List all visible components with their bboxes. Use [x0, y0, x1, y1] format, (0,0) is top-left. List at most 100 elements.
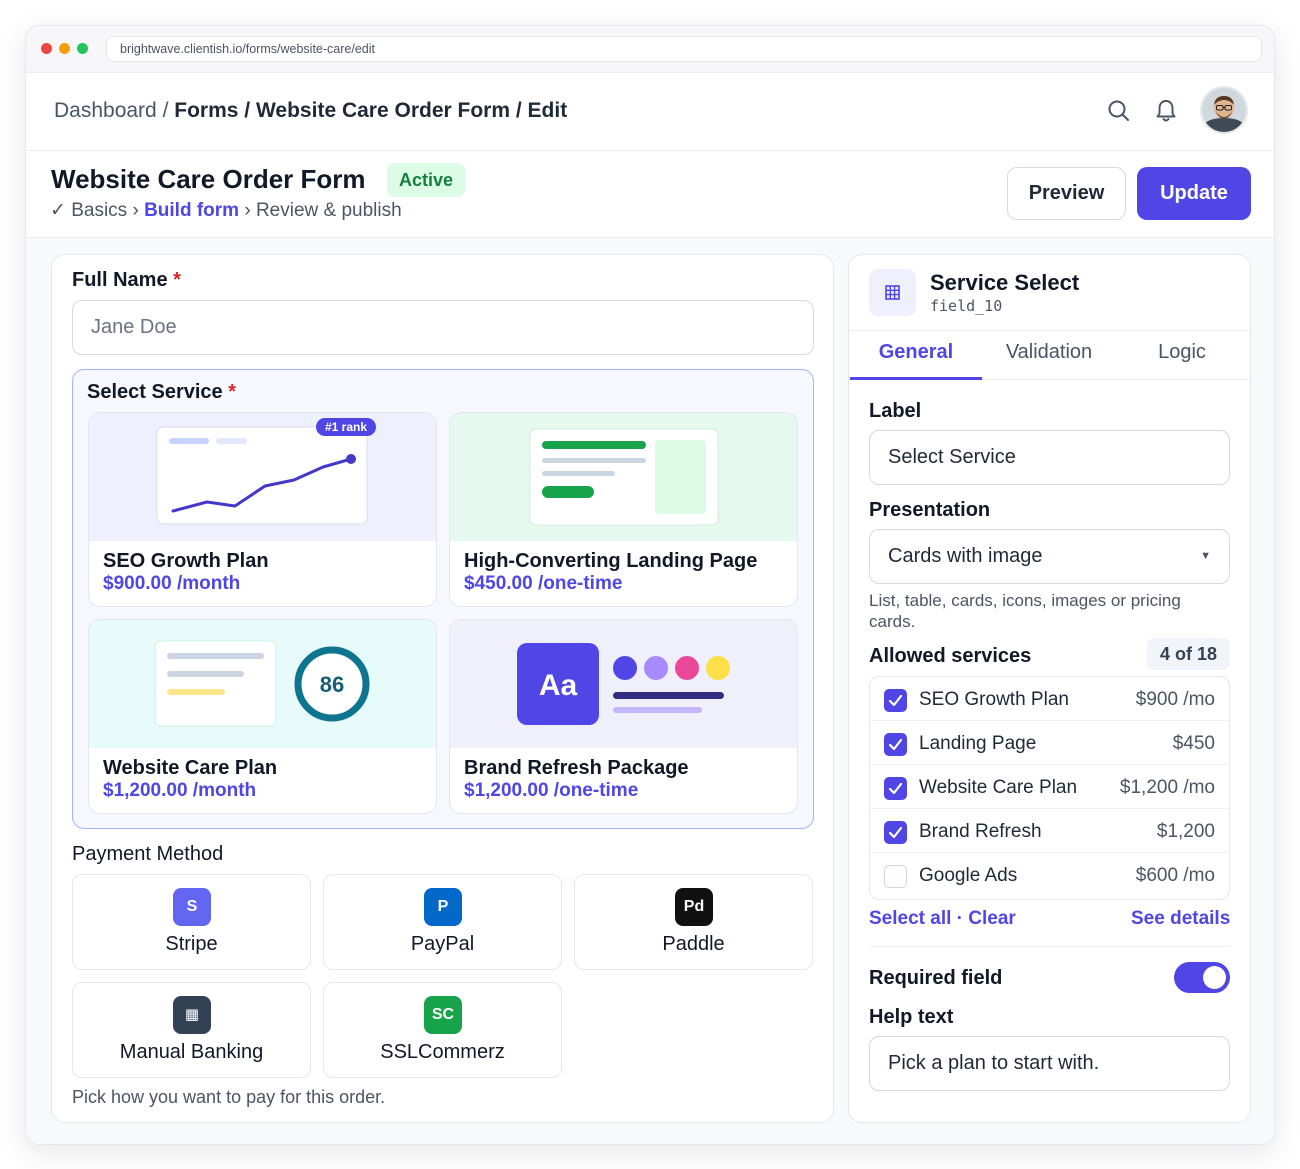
app-topbar: Dashboard / Forms / Website Care Order F… [26, 73, 1274, 151]
checkbox-checked[interactable] [884, 777, 907, 800]
step-progress: ✓ Basics › Build form › Review & publish [50, 199, 402, 222]
service-card-price: $1,200.00 /month [103, 780, 257, 801]
allowed-service-row[interactable]: Brand Refresh $1,200 [870, 809, 1229, 853]
tab-logic[interactable]: Logic [1116, 341, 1248, 364]
help-text-input[interactable]: Pick a plan to start with. [869, 1036, 1230, 1091]
presentation-caption: Presentation [869, 499, 991, 521]
checkbox-checked[interactable] [884, 733, 907, 756]
page-title: Website Care Order Form [51, 164, 366, 194]
breadcrumb-separator: / [244, 99, 251, 122]
service-card-price: $450.00 /one-time [464, 573, 623, 594]
chevron-right-icon: › [244, 200, 251, 221]
inspector-title: Service Select [930, 270, 1080, 295]
breadcrumb: Dashboard / Forms / Website Care Order F… [54, 99, 567, 123]
checkbox-checked[interactable] [884, 821, 907, 844]
service-card-website-care[interactable]: 86 Website Care Plan $1,200.00 /month [88, 619, 437, 814]
website-care-illustration: 86 [89, 620, 436, 748]
toggle-knob [1203, 966, 1226, 989]
service-card-name: SEO Growth Plan [103, 550, 269, 572]
full-name-label: Full Name * [72, 269, 181, 292]
label-input[interactable]: Select Service [869, 430, 1230, 485]
sslcommerz-icon: SC [424, 996, 462, 1034]
divider [869, 946, 1230, 947]
allowed-service-row[interactable]: SEO Growth Plan $900 /mo [870, 677, 1229, 721]
allowed-services-list: SEO Growth Plan $900 /mo Landing Page $4… [869, 676, 1230, 900]
allowed-service-price: $600 /mo [1135, 865, 1215, 886]
editor-content: Full Name * Jane Doe Select Service * #1… [26, 238, 1274, 1144]
bulk-actions: Select all · Clear [869, 908, 1016, 930]
stripe-icon: S [173, 888, 211, 926]
grid-icon [869, 269, 916, 316]
user-avatar[interactable] [1200, 86, 1248, 134]
step-review-publish[interactable]: Review & publish [256, 200, 402, 221]
allowed-service-row[interactable]: Website Care Plan $1,200 /mo [870, 765, 1229, 809]
required-toggle[interactable] [1174, 962, 1230, 993]
payment-option-name: Manual Banking [119, 1041, 264, 1063]
update-button[interactable]: Update [1137, 167, 1251, 220]
field-inspector: Service Select field_10 General Validati… [848, 254, 1251, 1123]
step-basics[interactable]: Basics [71, 200, 127, 221]
select-all-link[interactable]: Select all [869, 908, 951, 929]
bell-icon[interactable] [1152, 97, 1180, 125]
chevron-down-icon: ▼ [1200, 550, 1211, 562]
step-build-form[interactable]: Build form [144, 200, 239, 221]
allowed-service-name: Website Care Plan [919, 777, 1078, 798]
service-card-seo[interactable]: #1 rank SEO Growth Plan $900.00 /month [88, 412, 437, 607]
bank-icon: ▦ [173, 996, 211, 1034]
service-card-landing-page[interactable]: High-Converting Landing Page $450.00 /on… [449, 412, 798, 607]
select-service-field[interactable]: Select Service * #1 rank SEO Growth Plan… [72, 369, 814, 829]
full-name-input[interactable]: Jane Doe [72, 300, 814, 355]
preview-button[interactable]: Preview [1007, 167, 1126, 220]
service-card-name: Brand Refresh Package [464, 757, 689, 779]
tab-general[interactable]: General [850, 341, 982, 364]
breadcrumb-separator: / [162, 99, 169, 122]
search-icon[interactable] [1105, 97, 1133, 125]
minimize-window-dot[interactable] [59, 43, 70, 54]
required-field-caption: Required field [869, 967, 1003, 989]
payment-option-name: Paddle [662, 933, 725, 955]
presentation-selected-value: Cards with image [888, 545, 1043, 567]
tab-validation[interactable]: Validation [983, 341, 1115, 364]
allowed-service-name: Brand Refresh [919, 821, 1042, 842]
allowed-service-row[interactable]: Google Ads $600 /mo [870, 853, 1229, 897]
allowed-service-price: $900 /mo [1135, 689, 1215, 710]
clear-link[interactable]: Clear [968, 908, 1016, 929]
checkbox-unchecked[interactable] [884, 865, 907, 888]
breadcrumb-dashboard[interactable]: Dashboard [54, 99, 157, 122]
separator-dot: · [956, 908, 963, 929]
allowed-services-caption: Allowed services [869, 645, 1032, 667]
browser-chrome: brightwave.clientish.io/forms/website-ca… [26, 26, 1274, 73]
required-marker: * [228, 381, 237, 403]
close-window-dot[interactable] [41, 43, 52, 54]
payment-option-paypal[interactable]: P PayPal [323, 874, 562, 970]
service-card-name: High-Converting Landing Page [464, 550, 758, 572]
presentation-select[interactable]: Cards with image ▼ [869, 529, 1230, 584]
payment-option-paddle[interactable]: Pd Paddle [574, 874, 813, 970]
service-card-price: $900.00 /month [103, 573, 241, 594]
breadcrumb-forms[interactable]: Forms [174, 99, 238, 122]
form-header: Website Care Order Form Active ✓ Basics … [26, 151, 1274, 238]
paypal-icon: P [424, 888, 462, 926]
maximize-window-dot[interactable] [77, 43, 88, 54]
full-name-label-text: Full Name [72, 269, 168, 291]
allowed-count-badge: 4 of 18 [1147, 638, 1230, 670]
checkbox-checked[interactable] [884, 689, 907, 712]
payment-option-sslcommerz[interactable]: SC SSLCommerz [323, 982, 562, 1078]
service-card-name: Website Care Plan [103, 757, 278, 779]
breadcrumb-separator: / [515, 99, 522, 122]
address-bar[interactable]: brightwave.clientish.io/forms/website-ca… [106, 36, 1262, 62]
health-score: 86 [320, 672, 344, 697]
payment-option-stripe[interactable]: S Stripe [72, 874, 311, 970]
allowed-service-price: $450 [1172, 733, 1215, 754]
breadcrumb-form[interactable]: Website Care Order Form [256, 99, 510, 122]
service-card-brand-refresh[interactable]: Aa Brand Refresh Package $1,200.00 /one-… [449, 619, 798, 814]
payment-method-label: Payment Method [72, 843, 224, 865]
brand-refresh-illustration: Aa [450, 620, 797, 748]
see-details-link[interactable]: See details [1131, 908, 1230, 930]
payment-option-name: Stripe [165, 933, 218, 955]
allowed-service-name: SEO Growth Plan [919, 689, 1069, 710]
active-tab-indicator [850, 377, 982, 380]
allowed-service-row[interactable]: Landing Page $450 [870, 721, 1229, 765]
payment-option-manual-banking[interactable]: ▦ Manual Banking [72, 982, 311, 1078]
form-canvas: Full Name * Jane Doe Select Service * #1… [51, 254, 834, 1123]
